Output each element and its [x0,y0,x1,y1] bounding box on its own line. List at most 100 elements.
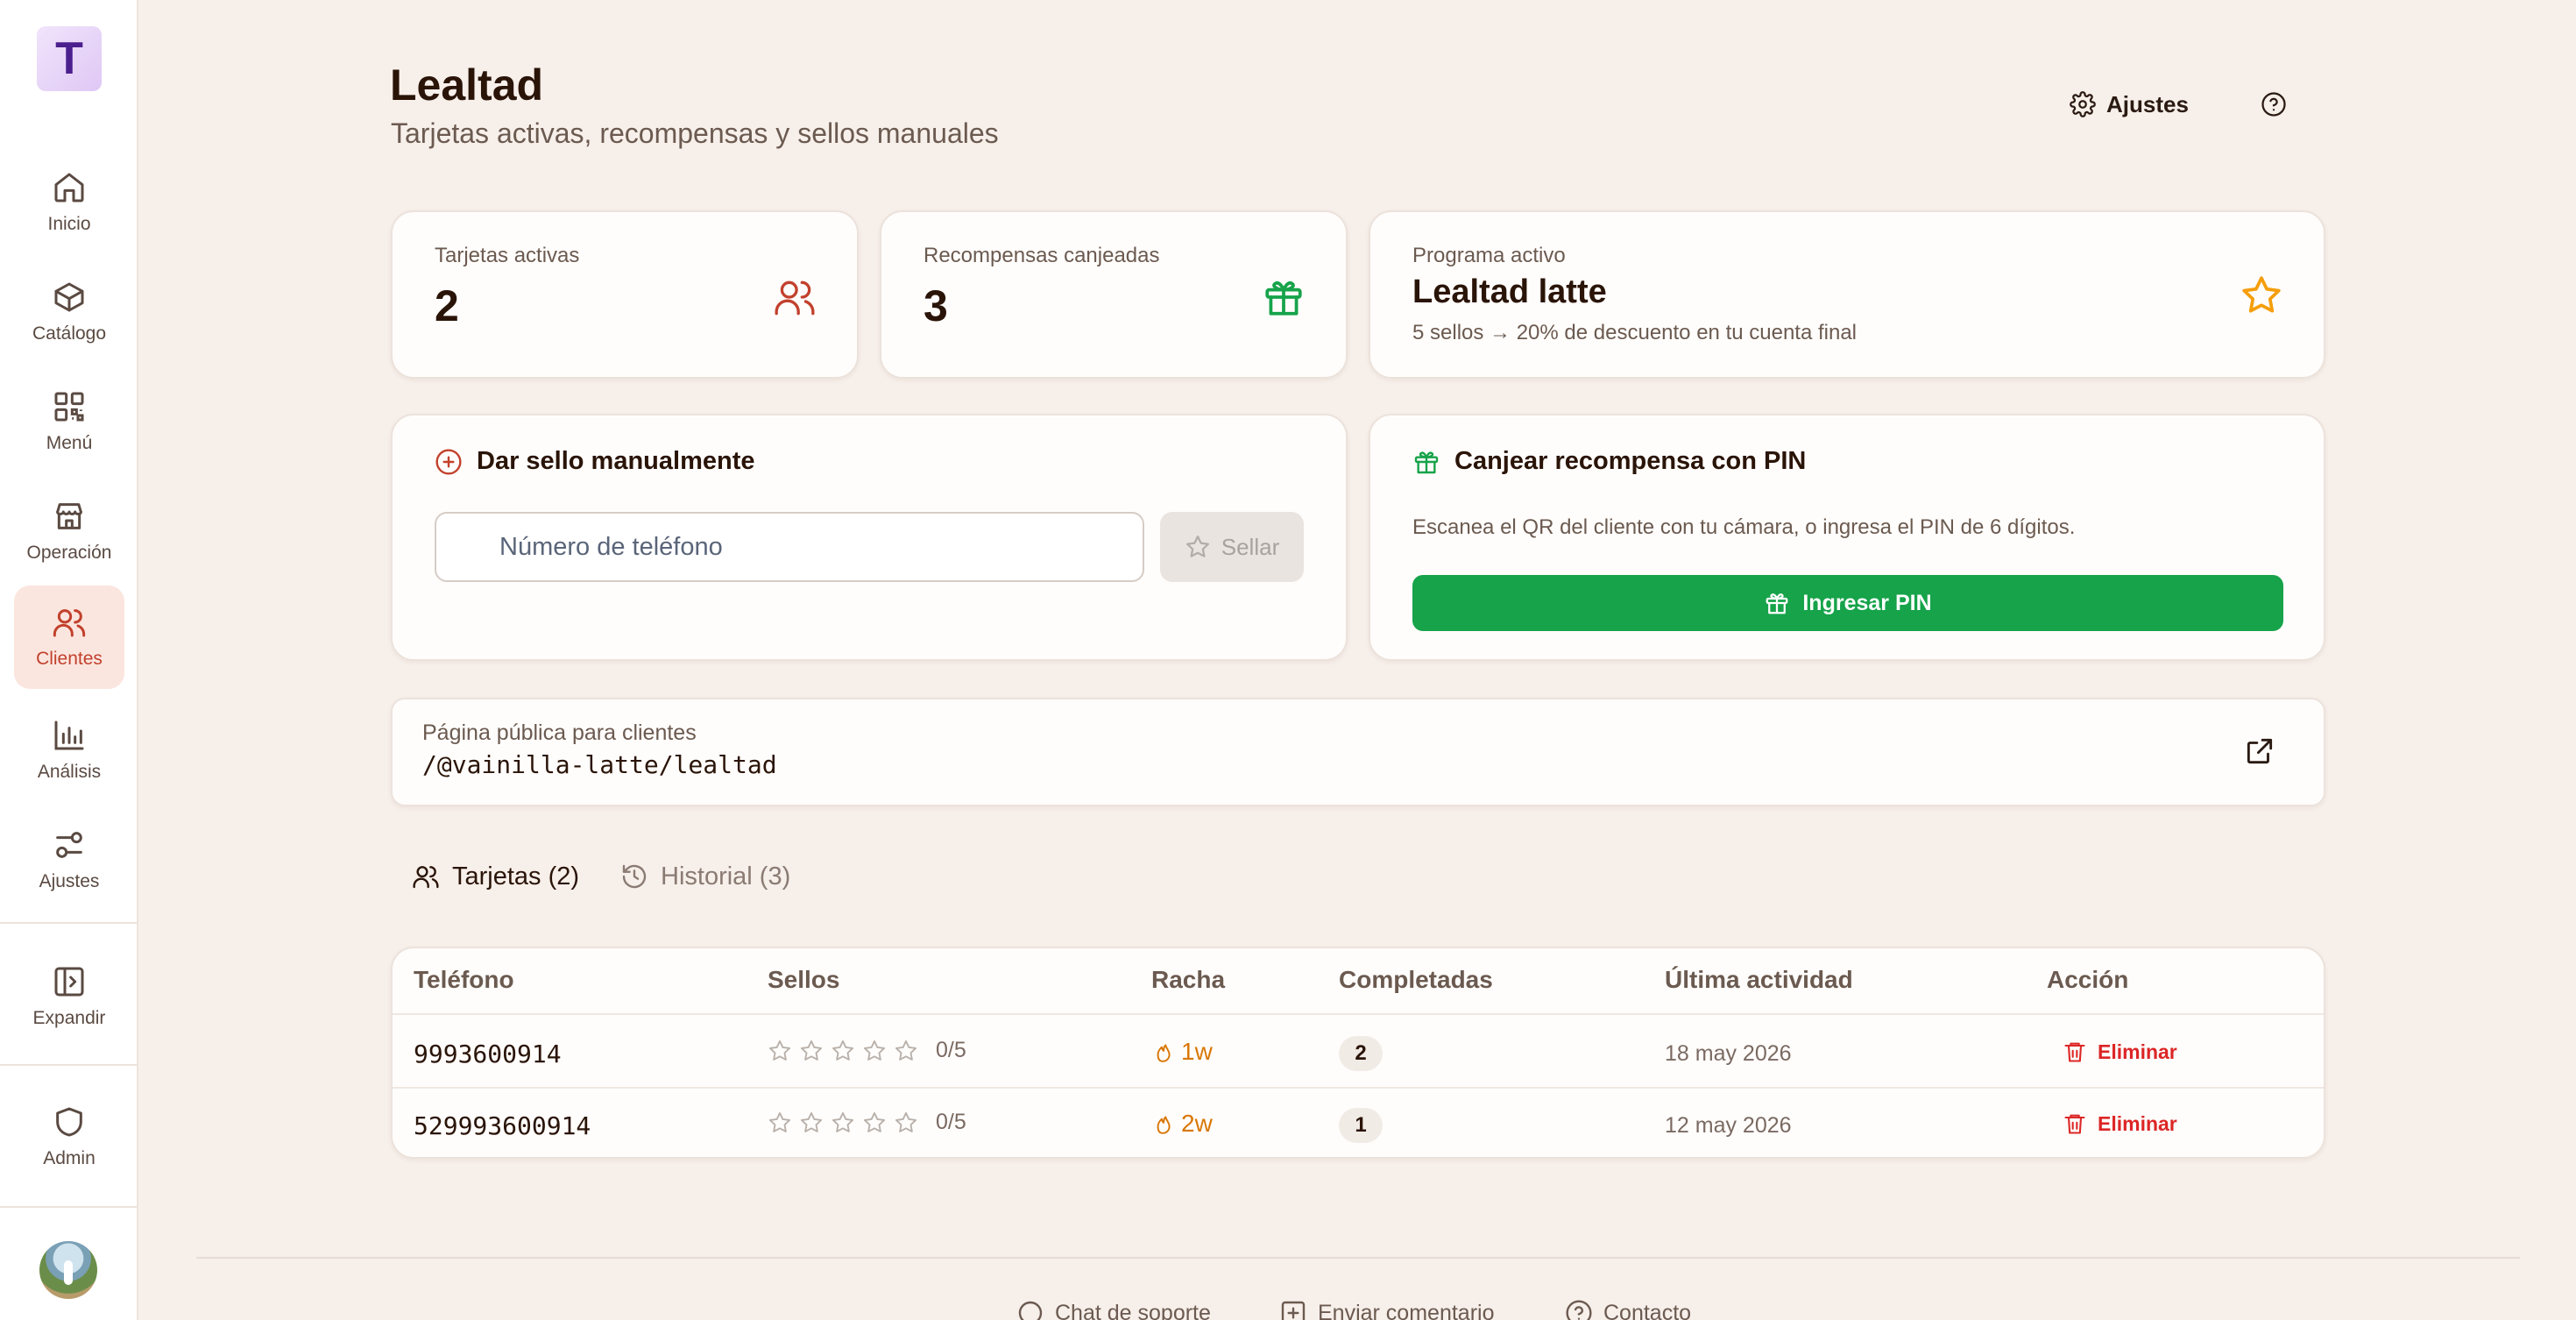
avatar[interactable] [39,1241,97,1299]
sidebar-expand-button[interactable]: Expandir [14,945,124,1048]
logo-letter: T [55,33,83,84]
flame-icon [1157,1044,1171,1062]
store-icon [56,503,82,529]
qr-code-icon [54,392,84,422]
sidebar-item-label: Catálogo [32,323,107,344]
admin-label: Admin [43,1148,96,1168]
sidebar-item-label: Clientes [36,649,103,669]
star-icon [800,1040,823,1061]
enter-pin-button[interactable]: Ingresar PIN [1412,575,2283,631]
phone-input[interactable] [435,512,1144,582]
pin-redeem-title-text: Canjear recompensa con PIN [1454,447,1807,475]
sidebar: T Inicio Catálogo Menú Operación Cliente… [0,0,138,1320]
box-icon [54,282,84,312]
users-icon [775,280,815,316]
enter-pin-label: Ingresar PIN [1802,590,1932,615]
sidebar-item-catalogo[interactable]: Catálogo [14,260,124,364]
star-icon [863,1040,886,1061]
public-page-label: Página pública para clientes [422,720,697,745]
flame-icon [1157,1116,1171,1134]
sidebar-item-label: Menú [46,433,93,453]
manual-stamp-title: Dar sello manualmente [435,447,755,476]
sidebar-item-ajustes[interactable]: Ajustes [14,808,124,912]
seal-button[interactable]: Sellar [1160,512,1304,582]
public-page-card: Página pública para clientes /@vainilla-… [391,698,2325,806]
column-header-phone: Teléfono [414,966,514,993]
footer-link-support-chat[interactable]: Chat de soporte [1016,1299,1211,1320]
help-icon [2261,92,2286,117]
delete-label: Eliminar [2098,1040,2177,1063]
completed-badge: 1 [1339,1108,1383,1143]
star-icon [1185,536,1209,557]
footer-link-feedback[interactable]: Enviar comentario [1279,1299,1494,1320]
program-card: Programa activo Lealtad latte 5 sellos →… [1369,210,2325,379]
footer-link-label: Contacto [1603,1300,1692,1320]
sliders-icon [56,832,82,858]
sidebar-item-menu[interactable]: Menú [14,370,124,473]
star-icon [800,1111,823,1132]
tab-tarjetas[interactable]: Tarjetas (2) [412,859,579,894]
star-icon [2242,276,2281,313]
trash-icon [2064,1114,2085,1134]
stat-value: 3 [924,281,948,330]
row-divider [393,1013,2324,1015]
app-logo[interactable]: T [37,26,102,91]
panel-expand-icon [54,967,84,997]
stamps-stars: 0/5 [768,1110,966,1135]
streak-cell: 1w [1151,1038,1213,1066]
streak-value: 1w [1181,1038,1213,1065]
column-header-stamps: Sellos [768,966,840,993]
sidebar-item-operacion[interactable]: Operación [14,479,124,583]
sidebar-divider [0,1206,138,1208]
star-icon [768,1111,791,1132]
stamps-stars: 0/5 [768,1038,966,1063]
settings-button[interactable]: Ajustes [2070,84,2189,124]
delete-button[interactable]: Eliminar [2063,1111,2177,1136]
star-icon [863,1111,886,1132]
sidebar-item-label: Inicio [47,214,91,234]
star-icon [895,1111,917,1132]
manual-stamp-title-text: Dar sello manualmente [477,447,755,475]
users-icon [53,609,86,637]
pin-redeem-title: Canjear recompensa con PIN [1412,447,1806,476]
column-header-action: Acción [2047,966,2129,993]
history-icon [622,864,647,889]
stat-label: Recompensas canjeadas [924,244,1160,267]
tab-label: Tarjetas (2) [452,862,580,891]
sidebar-item-clientes[interactable]: Clientes [14,585,124,689]
sidebar-item-admin[interactable]: Admin [14,1085,124,1189]
star-icon [832,1111,854,1132]
footer-link-contact[interactable]: Contacto [1565,1299,1691,1320]
star-icon [832,1040,854,1061]
sidebar-item-label: Ajustes [39,871,100,891]
last-activity-cell: 12 may 2026 [1665,1113,1792,1138]
bar-chart-icon [54,720,84,750]
help-button[interactable] [2261,84,2287,124]
trash-icon [2064,1042,2085,1062]
page-subtitle: Tarjetas activas, recompensas y sellos m… [391,117,999,149]
delete-button[interactable]: Eliminar [2063,1040,2177,1064]
column-header-last-activity: Última actividad [1665,966,1853,993]
gift-icon [1766,593,1788,614]
stat-card-active-cards: Tarjetas activas 2 [391,210,859,379]
column-header-completed: Completadas [1339,966,1493,993]
home-icon [54,173,84,202]
sidebar-divider [0,1064,138,1066]
stamps-count: 0/5 [936,1038,966,1062]
shield-icon [56,1107,82,1137]
program-label: Programa activo [1412,244,1566,267]
row-divider [393,1087,2324,1089]
sidebar-item-inicio[interactable]: Inicio [14,151,124,254]
program-description: 5 sellos → 20% de descuento en tu cuenta… [1412,321,1857,344]
delete-label: Eliminar [2098,1111,2177,1135]
gift-icon [1265,280,1302,316]
public-page-url[interactable]: /@vainilla-latte/lealtad [422,750,777,779]
users-icon [413,866,439,889]
tab-historial[interactable]: Historial (3) [620,859,790,894]
stat-label: Tarjetas activas [435,244,580,267]
gear-icon [2070,91,2096,117]
footer-divider [196,1257,2520,1259]
sidebar-item-analisis[interactable]: Análisis [14,699,124,802]
settings-label: Ajustes [2106,90,2189,117]
external-link-icon[interactable] [2243,735,2276,768]
